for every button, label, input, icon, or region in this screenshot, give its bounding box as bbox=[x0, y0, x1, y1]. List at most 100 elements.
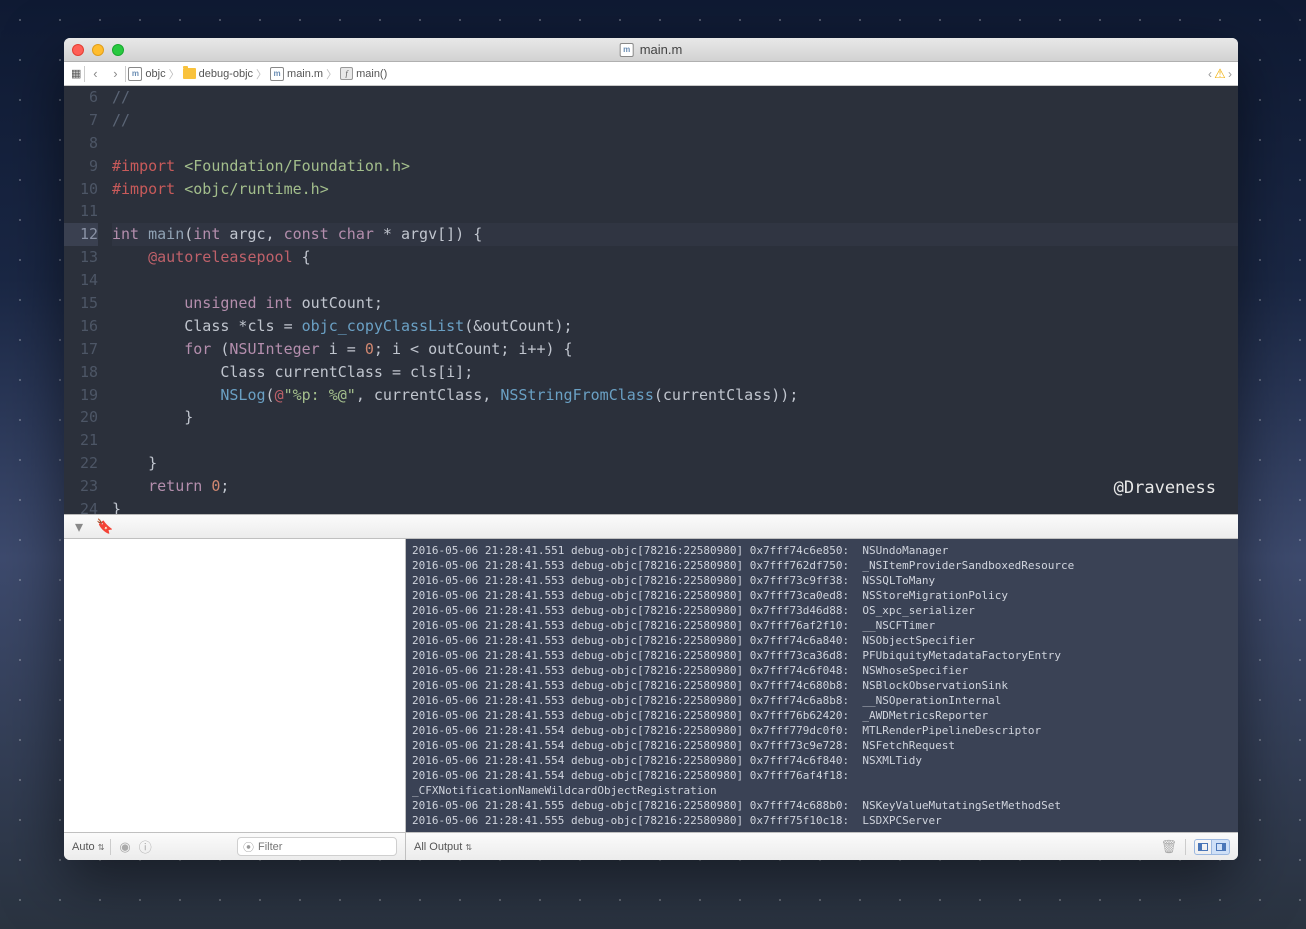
breadcrumb-label: main.m bbox=[287, 68, 323, 80]
line-number[interactable]: 7 bbox=[64, 109, 98, 132]
close-button[interactable] bbox=[72, 44, 84, 56]
show-variables-panel-button[interactable] bbox=[1194, 839, 1212, 855]
breadcrumb-label: main() bbox=[356, 68, 387, 80]
file-m-icon: m bbox=[128, 67, 142, 81]
console-line: 2016-05-06 21:28:41.553 debug-objc[78216… bbox=[412, 558, 1232, 573]
line-number[interactable]: 22 bbox=[64, 452, 98, 475]
code-line[interactable]: return 0; bbox=[112, 475, 1238, 498]
breadcrumb-label: debug-objc bbox=[199, 68, 253, 80]
function-icon: f bbox=[340, 67, 353, 80]
variables-filter[interactable]: ⦿ bbox=[237, 837, 397, 856]
auto-dropdown[interactable]: Auto ⇅ bbox=[72, 841, 102, 853]
nav-forward-button[interactable]: › bbox=[105, 66, 125, 81]
line-gutter: 6789101112131415161718192021222324 bbox=[64, 86, 106, 514]
breadcrumb-item[interactable]: mobjc bbox=[126, 67, 167, 81]
xcode-window: m main.m ▦ ‹ › mobjc〉debug-objc〉mmain.m〉… bbox=[64, 38, 1238, 860]
code-line[interactable]: Class *cls = objc_copyClassList(&outCoun… bbox=[112, 315, 1238, 338]
console-line: _CFXNotificationNameWildcardObjectRegist… bbox=[412, 783, 1232, 798]
line-number[interactable]: 16 bbox=[64, 315, 98, 338]
debug-area: 2016-05-06 21:28:41.551 debug-objc[78216… bbox=[64, 539, 1238, 832]
line-number[interactable]: 21 bbox=[64, 429, 98, 452]
code-line[interactable]: } bbox=[112, 498, 1238, 514]
console-line: 2016-05-06 21:28:41.553 debug-objc[78216… bbox=[412, 603, 1232, 618]
console-line: 2016-05-06 21:28:41.553 debug-objc[78216… bbox=[412, 708, 1232, 723]
warning-icon[interactable]: ⚠︎ bbox=[1213, 67, 1227, 81]
console-line: 2016-05-06 21:28:41.553 debug-objc[78216… bbox=[412, 648, 1232, 663]
debug-toolbar: ▾ 🔖 bbox=[64, 514, 1238, 539]
titlebar: m main.m bbox=[64, 38, 1238, 62]
line-number[interactable]: 10 bbox=[64, 178, 98, 201]
line-number[interactable]: 11 bbox=[64, 200, 98, 223]
code-line[interactable] bbox=[112, 132, 1238, 155]
variables-panel[interactable] bbox=[64, 539, 406, 832]
breadcrumb-separator: 〉 bbox=[169, 66, 180, 82]
toggle-outline-button[interactable]: ▾ bbox=[72, 520, 86, 534]
window-title: m main.m bbox=[620, 42, 683, 57]
code-line[interactable]: for (NSUInteger i = 0; i < outCount; i++… bbox=[112, 338, 1238, 361]
code-line[interactable] bbox=[112, 200, 1238, 223]
bottom-bar: Auto ⇅ ◉ ⓘ ⦿ All Output ⇅ 🗑 bbox=[64, 832, 1238, 860]
code-line[interactable]: #import <Foundation/Foundation.h> bbox=[112, 155, 1238, 178]
console-line: 2016-05-06 21:28:41.553 debug-objc[78216… bbox=[412, 618, 1232, 633]
breadcrumb-label: objc bbox=[145, 68, 165, 80]
breakpoint-tag-icon[interactable]: 🔖 bbox=[96, 518, 113, 535]
line-number[interactable]: 8 bbox=[64, 132, 98, 155]
console-output[interactable]: 2016-05-06 21:28:41.551 debug-objc[78216… bbox=[406, 539, 1238, 832]
maximize-button[interactable] bbox=[112, 44, 124, 56]
breadcrumb-item[interactable]: mmain.m bbox=[268, 67, 325, 81]
breadcrumb-separator: 〉 bbox=[326, 66, 337, 82]
filter-input[interactable] bbox=[258, 841, 400, 853]
console-line: 2016-05-06 21:28:41.555 debug-objc[78216… bbox=[412, 798, 1232, 813]
issue-next-button[interactable]: › bbox=[1228, 67, 1232, 81]
output-scope-dropdown[interactable]: All Output ⇅ bbox=[414, 841, 470, 853]
panel-toggle bbox=[1194, 839, 1230, 855]
title-text: main.m bbox=[640, 42, 683, 57]
code-line[interactable]: unsigned int outCount; bbox=[112, 292, 1238, 315]
breadcrumb-item[interactable]: fmain() bbox=[338, 67, 389, 80]
code-line[interactable]: @autoreleasepool { bbox=[112, 246, 1238, 269]
folder-icon bbox=[183, 68, 196, 79]
line-number[interactable]: 17 bbox=[64, 338, 98, 361]
code-line[interactable]: NSLog(@"%p: %@", currentClass, NSStringF… bbox=[112, 384, 1238, 407]
show-console-panel-button[interactable] bbox=[1212, 839, 1230, 855]
console-line: 2016-05-06 21:28:41.553 debug-objc[78216… bbox=[412, 693, 1232, 708]
code-line[interactable]: Class currentClass = cls[i]; bbox=[112, 361, 1238, 384]
code-line[interactable]: // bbox=[112, 109, 1238, 132]
console-line: 2016-05-06 21:28:41.551 debug-objc[78216… bbox=[412, 543, 1232, 558]
quicklook-icon[interactable]: ◉ bbox=[119, 839, 130, 855]
line-number[interactable]: 9 bbox=[64, 155, 98, 178]
console-line: 2016-05-06 21:28:41.553 debug-objc[78216… bbox=[412, 678, 1232, 693]
code-area[interactable]: //// #import <Foundation/Foundation.h>#i… bbox=[106, 86, 1238, 514]
info-icon[interactable]: ⓘ bbox=[139, 837, 152, 856]
line-number[interactable]: 18 bbox=[64, 361, 98, 384]
clear-console-button[interactable]: 🗑 bbox=[1160, 839, 1177, 855]
issue-prev-button[interactable]: ‹ bbox=[1208, 67, 1212, 81]
file-m-icon: m bbox=[620, 43, 634, 57]
console-line: 2016-05-06 21:28:41.553 debug-objc[78216… bbox=[412, 588, 1232, 603]
line-number[interactable]: 6 bbox=[64, 86, 98, 109]
line-number[interactable]: 19 bbox=[64, 384, 98, 407]
code-line[interactable]: } bbox=[112, 452, 1238, 475]
related-items-button[interactable]: ▦ bbox=[68, 67, 84, 80]
breadcrumb-item[interactable]: debug-objc bbox=[181, 68, 255, 80]
code-editor[interactable]: 6789101112131415161718192021222324 //// … bbox=[64, 86, 1238, 514]
console-line: 2016-05-06 21:28:41.553 debug-objc[78216… bbox=[412, 663, 1232, 678]
nav-back-button[interactable]: ‹ bbox=[85, 66, 105, 81]
line-number[interactable]: 15 bbox=[64, 292, 98, 315]
traffic-lights bbox=[72, 44, 124, 56]
line-number[interactable]: 13 bbox=[64, 246, 98, 269]
code-line[interactable] bbox=[112, 429, 1238, 452]
line-number[interactable]: 24 bbox=[64, 498, 98, 514]
code-line[interactable]: int main(int argc, const char * argv[]) … bbox=[112, 223, 1238, 246]
code-line[interactable]: // bbox=[112, 86, 1238, 109]
line-number[interactable]: 23 bbox=[64, 475, 98, 498]
code-line[interactable] bbox=[112, 269, 1238, 292]
file-m-icon: m bbox=[270, 67, 284, 81]
line-number[interactable]: 12 bbox=[64, 223, 98, 246]
code-line[interactable]: } bbox=[112, 406, 1238, 429]
line-number[interactable]: 14 bbox=[64, 269, 98, 292]
code-line[interactable]: #import <objc/runtime.h> bbox=[112, 178, 1238, 201]
console-line: 2016-05-06 21:28:41.553 debug-objc[78216… bbox=[412, 633, 1232, 648]
minimize-button[interactable] bbox=[92, 44, 104, 56]
line-number[interactable]: 20 bbox=[64, 406, 98, 429]
